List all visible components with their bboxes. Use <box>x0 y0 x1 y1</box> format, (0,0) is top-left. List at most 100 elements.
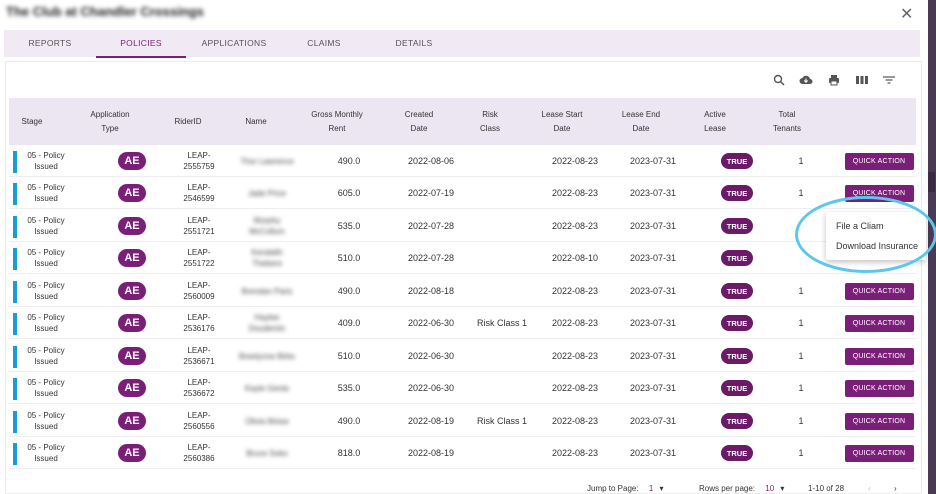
stage-indicator <box>13 183 17 205</box>
name-cell: Kendalih Thebere <box>251 248 283 268</box>
table-header: Stage Application Type RiderID Name Gross… <box>9 98 916 145</box>
rider-id-cell: LEAP- 2536176 <box>183 313 215 333</box>
header-risk-class[interactable]: Risk Class <box>469 98 511 145</box>
quick-action-button[interactable]: QUICK ACTION <box>844 152 914 170</box>
gross-rent-cell: 818.0 <box>337 447 361 458</box>
total-tenants-cell: 1 <box>798 350 804 361</box>
tab-applications[interactable]: APPLICATIONS <box>194 30 274 57</box>
stage-cell: 05 - Policy Issued <box>27 216 65 236</box>
table-row[interactable]: 05 - Policy Issued AE LEAP- 2536671 Breelynne… <box>9 340 916 372</box>
quick-action-cell: QUICK ACTION <box>843 307 915 339</box>
risk-class-cell <box>475 437 529 469</box>
application-type-badge[interactable]: AE <box>118 314 146 332</box>
stage-indicator <box>13 443 17 465</box>
application-type-badge[interactable]: AE <box>118 347 146 365</box>
header-created-date[interactable]: Created Date <box>393 98 445 145</box>
chevron-down-icon[interactable]: ▾ <box>780 484 784 493</box>
stage-indicator <box>13 216 17 238</box>
stage-cell: 05 - Policy Issued <box>27 183 65 203</box>
application-type-badge[interactable]: AE <box>118 217 146 235</box>
lease-start-cell: 2022-08-23 <box>551 285 599 296</box>
active-lease-cell: TRUE <box>719 177 755 209</box>
header-lease-end-date[interactable]: Lease End Date <box>613 98 669 145</box>
active-lease-badge: TRUE <box>721 218 753 234</box>
search-icon[interactable] <box>772 74 786 88</box>
application-type-badge[interactable]: AE <box>118 152 146 170</box>
active-lease-cell: TRUE <box>719 307 755 339</box>
table-row[interactable]: 05 - Policy Issued AE LEAP- 2546599 Jade Pric… <box>9 177 916 209</box>
jump-to-page[interactable]: Jump to Page: 1 ▾ <box>587 484 664 493</box>
quick-action-button[interactable]: QUICK ACTION <box>844 379 914 397</box>
header-name[interactable]: Name <box>231 98 281 145</box>
lease-start-cell: 2022-08-23 <box>551 447 599 458</box>
tab-details[interactable]: DETAILS <box>384 30 444 57</box>
quick-action-button[interactable]: QUICK ACTION <box>844 412 914 430</box>
lease-end-cell: 2023-07-31 <box>629 220 677 231</box>
lease-end-cell: 2023-07-31 <box>629 447 677 458</box>
created-date-cell: 2022-08-19 <box>407 447 455 458</box>
quick-action-button[interactable]: QUICK ACTION <box>844 282 914 300</box>
gross-rent-cell: 510.0 <box>337 252 361 263</box>
table-row[interactable]: 05 - Policy Issued AE LEAP- 2551721 Murphy McC… <box>9 210 916 242</box>
quick-action-button[interactable]: QUICK ACTION <box>844 347 914 365</box>
next-page-icon[interactable]: › <box>894 484 897 493</box>
header-total-tenants[interactable]: Total Tenants <box>761 98 813 145</box>
tab-reports[interactable]: REPORTS <box>12 30 88 57</box>
close-icon[interactable]: ✕ <box>900 7 913 23</box>
tab-policies[interactable]: POLICIES <box>96 30 186 58</box>
active-lease-badge: TRUE <box>721 445 753 461</box>
created-date-cell: 2022-07-28 <box>407 220 455 231</box>
filter-icon[interactable] <box>882 74 896 88</box>
header-rider-id[interactable]: RiderID <box>161 98 215 145</box>
header-stage[interactable]: Stage <box>9 98 55 145</box>
stage-indicator <box>13 281 17 303</box>
stage-cell: 05 - Policy Issued <box>27 378 65 398</box>
lease-end-cell: 2023-07-31 <box>629 415 677 426</box>
active-lease-badge: TRUE <box>721 250 753 266</box>
application-type-badge[interactable]: AE <box>118 379 146 397</box>
table-row[interactable]: 05 - Policy Issued AE LEAP- 2555759 Thor Lawr… <box>9 145 916 177</box>
application-type-badge[interactable]: AE <box>118 184 146 202</box>
table-row[interactable]: 05 - Policy Issued AE LEAP- 2536176 Haylee Dou… <box>9 307 916 339</box>
rows-per-page-value[interactable]: 10 <box>765 484 774 493</box>
active-lease-cell: TRUE <box>719 275 755 307</box>
total-tenants-cell: 1 <box>798 382 804 393</box>
columns-icon[interactable] <box>855 74 869 88</box>
cloud-download-icon[interactable] <box>799 74 813 88</box>
stage-indicator <box>13 151 17 173</box>
prev-page-icon[interactable]: ‹ <box>868 484 871 493</box>
lease-end-cell: 2023-07-31 <box>629 382 677 393</box>
application-type-badge[interactable]: AE <box>118 444 146 462</box>
name-cell: Olivia Moise <box>245 416 289 426</box>
created-date-cell: 2022-08-19 <box>407 415 455 426</box>
tab-claims[interactable]: CLAIMS <box>294 30 354 57</box>
stage-cell: 05 - Policy Issued <box>27 151 65 171</box>
application-type-badge[interactable]: AE <box>118 412 146 430</box>
lease-start-cell: 2022-08-23 <box>551 155 599 166</box>
print-icon[interactable] <box>827 74 841 88</box>
stage-indicator <box>13 411 17 433</box>
header-active-lease[interactable]: Active Lease <box>693 98 737 145</box>
header-application-type[interactable]: Application Type <box>81 98 139 145</box>
page-range: 1-10 of 28 <box>808 484 845 493</box>
modal-title: The Club at Chandler Crossings <box>6 4 204 19</box>
table-row[interactable]: 05 - Policy Issued AE LEAP- 2536672 Kayle Gen… <box>9 372 916 404</box>
active-lease-badge: TRUE <box>721 315 753 331</box>
table-row[interactable]: 05 - Policy Issued AE LEAP- 2551722 Kendalih T… <box>9 242 916 274</box>
table-row[interactable]: 05 - Policy Issued AE LEAP- 2560009 Brendan P… <box>9 275 916 307</box>
highlight-ellipse <box>795 196 936 273</box>
quick-action-cell: QUICK ACTION <box>843 405 915 437</box>
rows-per-page[interactable]: Rows per page: 10 ▾ <box>699 484 784 493</box>
header-lease-start-date[interactable]: Lease Start Date <box>533 98 591 145</box>
table-row[interactable]: 05 - Policy Issued AE LEAP- 2560386 Bruce Sok… <box>9 437 916 469</box>
application-type-badge[interactable]: AE <box>118 249 146 267</box>
header-gross-monthly-rent[interactable]: Gross Monthly Rent <box>301 98 373 145</box>
table-row[interactable]: 05 - Policy Issued AE LEAP- 2560556 Olivia Mo… <box>9 405 916 437</box>
jump-to-page-value[interactable]: 1 <box>649 484 653 493</box>
quick-action-button[interactable]: QUICK ACTION <box>844 444 914 462</box>
stage-indicator <box>13 346 17 368</box>
chevron-down-icon[interactable]: ▾ <box>660 484 664 493</box>
quick-action-button[interactable]: QUICK ACTION <box>844 314 914 332</box>
rider-id-cell: LEAP- 2536672 <box>183 378 215 398</box>
application-type-badge[interactable]: AE <box>118 282 146 300</box>
